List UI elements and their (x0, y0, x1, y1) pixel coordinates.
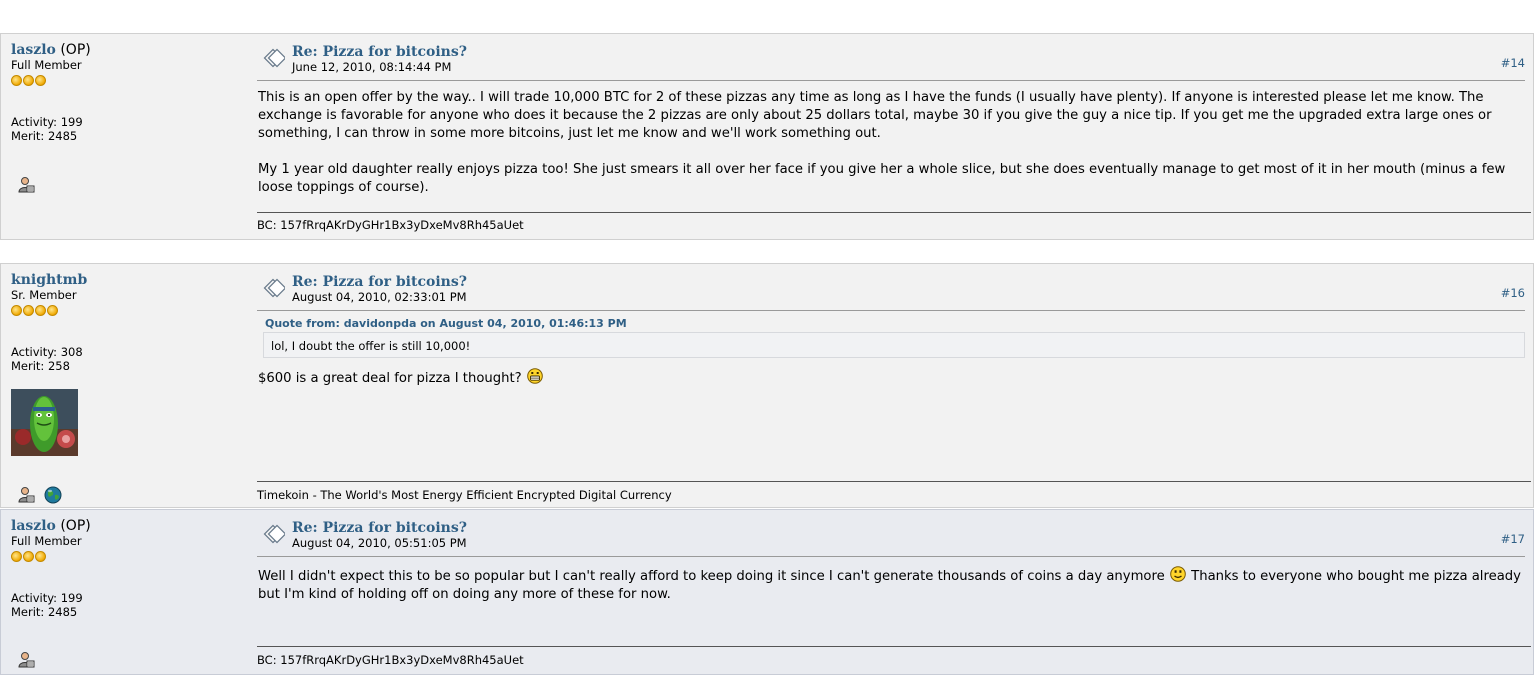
member-rank: Full Member (11, 534, 82, 548)
header-divider (257, 310, 1525, 311)
star-icon (47, 305, 58, 316)
grin-smiley-icon (527, 368, 543, 384)
post-header: Re: Pizza for bitcoins? June 12, 2010, 0… (263, 44, 1525, 74)
star-icon (35, 551, 46, 562)
poster-name-line: knightmb (11, 272, 241, 289)
post-16: knightmb Sr. Member Activity: 308 Merit:… (0, 263, 1534, 508)
post-date: August 04, 2010, 02:33:01 PM (292, 290, 467, 304)
header-divider (257, 556, 1525, 557)
username-link[interactable]: knightmb (11, 272, 87, 288)
post-subject-link[interactable]: Re: Pizza for bitcoins? (292, 520, 467, 537)
post-body: $600 is a great deal for pizza I thought… (258, 368, 1523, 388)
op-tag: (OP) (60, 518, 91, 534)
globe-icon[interactable] (44, 486, 62, 504)
message-number-link[interactable]: #17 (1501, 532, 1525, 546)
post-subject-link[interactable]: Re: Pizza for bitcoins? (292, 274, 467, 291)
post-subject-link[interactable]: Re: Pizza for bitcoins? (292, 44, 467, 61)
post-14: laszlo (OP) Full Member Activity: 199 Me… (0, 33, 1534, 240)
signature: BC: 157fRrqAKrDyGHr1Bx3yDxeMv8Rh45aUet (257, 218, 524, 232)
post-header: Re: Pizza for bitcoins? August 04, 2010,… (263, 520, 1525, 550)
activity-stat: Activity: 199 (11, 591, 83, 605)
poster-info: knightmb Sr. Member Activity: 308 Merit:… (11, 272, 241, 460)
profile-icon[interactable] (17, 486, 35, 504)
post-body: This is an open offer by the way.. I wil… (258, 89, 1523, 197)
avatar (11, 389, 78, 456)
signature: Timekoin - The World's Most Energy Effic… (257, 488, 672, 502)
profile-icons (17, 174, 39, 194)
message-number-link[interactable]: #14 (1501, 56, 1525, 70)
post-date: June 12, 2010, 08:14:44 PM (292, 60, 452, 74)
poster-info: laszlo (OP) Full Member Activity: 199 Me… (11, 42, 241, 143)
merit-stat: Merit: 258 (11, 359, 70, 373)
star-icon (11, 305, 22, 316)
message-number-link[interactable]: #16 (1501, 286, 1525, 300)
member-rank: Sr. Member (11, 288, 77, 302)
post-paragraph: This is an open offer by the way.. I wil… (258, 90, 1492, 141)
poster-name-line: laszlo (OP) (11, 42, 241, 59)
post-icon (263, 524, 285, 544)
activity-stat: Activity: 199 (11, 115, 83, 129)
star-icon (35, 75, 46, 86)
star-icon (35, 305, 46, 316)
activity-stat: Activity: 308 (11, 345, 83, 359)
post-17: laszlo (OP) Full Member Activity: 199 Me… (0, 509, 1534, 675)
poster-name-line: laszlo (OP) (11, 518, 241, 535)
quote-box: lol, I doubt the offer is still 10,000! (263, 332, 1525, 358)
signature: BC: 157fRrqAKrDyGHr1Bx3yDxeMv8Rh45aUet (257, 653, 524, 667)
poster-info: laszlo (OP) Full Member Activity: 199 Me… (11, 518, 241, 619)
member-rank: Full Member (11, 58, 82, 72)
profile-icons (17, 649, 39, 669)
post-body: Well I didn't expect this to be so popul… (258, 566, 1523, 604)
profile-icon[interactable] (17, 651, 35, 669)
signature-divider (257, 212, 1531, 213)
post-header: Re: Pizza for bitcoins? August 04, 2010,… (263, 274, 1525, 304)
star-icon (23, 305, 34, 316)
post-paragraph: My 1 year old daughter really enjoys piz… (258, 162, 1506, 195)
post-text: Well I didn't expect this to be so popul… (258, 569, 1165, 584)
post-icon (263, 48, 285, 68)
rank-stars (11, 73, 241, 87)
username-link[interactable]: laszlo (11, 42, 56, 58)
post-text: $600 is a great deal for pizza I thought… (258, 371, 522, 386)
signature-divider (257, 481, 1531, 482)
star-icon (23, 75, 34, 86)
signature-divider (257, 646, 1531, 647)
rank-stars (11, 303, 241, 317)
header-divider (257, 80, 1525, 81)
star-icon (11, 551, 22, 562)
quote-header-link[interactable]: Quote from: davidonpda on August 04, 201… (265, 317, 627, 330)
smile-smiley-icon (1170, 566, 1186, 582)
profile-icons (17, 484, 66, 504)
star-icon (23, 551, 34, 562)
profile-icon[interactable] (17, 176, 35, 194)
merit-stat: Merit: 2485 (11, 605, 78, 619)
username-link[interactable]: laszlo (11, 518, 56, 534)
op-tag: (OP) (60, 42, 91, 58)
post-icon (263, 278, 285, 298)
star-icon (11, 75, 22, 86)
post-date: August 04, 2010, 05:51:05 PM (292, 536, 467, 550)
merit-stat: Merit: 2485 (11, 129, 78, 143)
rank-stars (11, 549, 241, 563)
